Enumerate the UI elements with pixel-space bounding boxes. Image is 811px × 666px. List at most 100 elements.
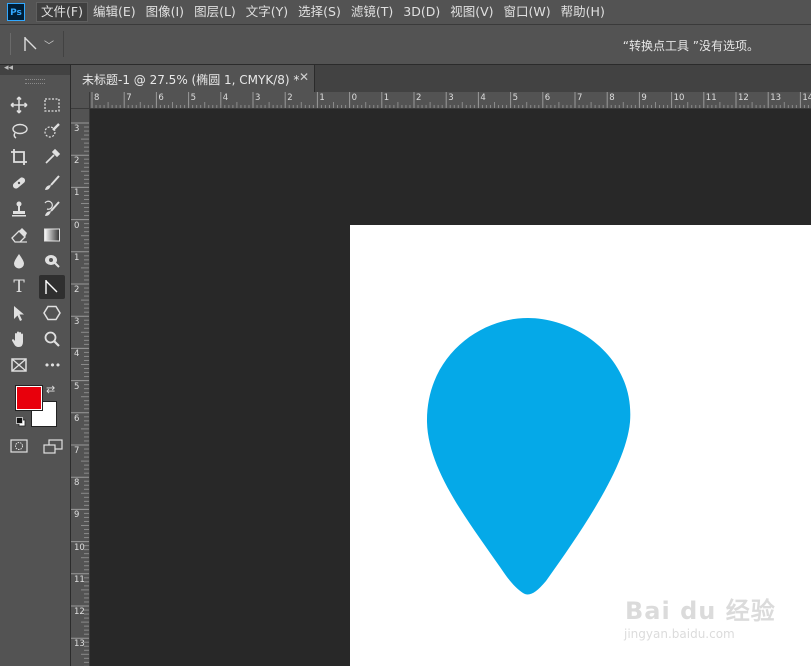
- ruler-label: 2: [416, 93, 422, 103]
- arrow-icon: [14, 306, 24, 321]
- gradient-icon: [44, 228, 60, 242]
- tools-panel-header: ◂◂: [0, 63, 70, 75]
- history-brush-tool[interactable]: [39, 197, 65, 221]
- zoom-tool[interactable]: [39, 327, 65, 351]
- lasso-icon: [12, 123, 28, 139]
- move-tool[interactable]: [6, 93, 32, 117]
- bandage-icon: [12, 177, 26, 189]
- menu-item[interactable]: 3D(D): [398, 0, 445, 24]
- ruler-label: 9: [641, 93, 647, 103]
- vertical-ruler[interactable]: 3 2 1 0 1 2 3 4 5 6 7 8 9 10 11 12 13: [71, 109, 90, 666]
- more-tools[interactable]: •••: [39, 353, 65, 377]
- hand-tool[interactable]: [6, 327, 32, 351]
- menu-item[interactable]: 选择(S): [293, 0, 346, 24]
- menu-item[interactable]: 文字(Y): [241, 0, 293, 24]
- tools-panel-grip[interactable]: [25, 79, 45, 84]
- ruler-label: 3: [255, 93, 261, 103]
- convert-point-tool[interactable]: [39, 275, 65, 299]
- menu-item[interactable]: 窗口(W): [499, 0, 556, 24]
- dodge-tool[interactable]: [39, 249, 65, 273]
- menu-item[interactable]: 编辑(E): [88, 0, 141, 24]
- menu-item[interactable]: 滤镜(T): [346, 0, 398, 24]
- ruler-label: 6: [158, 93, 164, 103]
- tool-preset-chevron-icon[interactable]: ﹀: [44, 37, 54, 52]
- ruler-label: 12: [74, 607, 85, 617]
- eyedropper-tool[interactable]: [39, 145, 65, 169]
- crop-icon: [11, 149, 27, 165]
- menu-item[interactable]: 图层(L): [189, 0, 241, 24]
- ruler-origin[interactable]: [71, 92, 90, 109]
- menu-item[interactable]: 视图(V): [445, 0, 498, 24]
- document-tab-title: 未标题-1 @ 27.5% (椭圆 1, CMYK/8) *: [82, 73, 300, 87]
- lasso-tool[interactable]: [6, 119, 32, 143]
- brush-tool[interactable]: [39, 171, 65, 195]
- ruler-label: 1: [74, 252, 80, 263]
- stamp-tool[interactable]: [6, 197, 32, 221]
- ruler-label: 3: [74, 124, 80, 134]
- ruler-label: 3: [74, 317, 80, 328]
- watermark-url: jingyan.baidu.com: [624, 627, 735, 641]
- ruler-label: 5: [512, 93, 519, 103]
- convert-point-icon[interactable]: [22, 35, 40, 53]
- droplet-icon: [14, 254, 24, 269]
- ruler-label: 12: [738, 93, 749, 103]
- horizontal-ruler[interactable]: 876543210123456789101112131415: [90, 92, 811, 109]
- options-bar: ﹀ “转换点工具 ”没有选项。: [0, 25, 811, 65]
- quick-selection-icon: [44, 123, 60, 138]
- screen-mode-icon[interactable]: [43, 439, 63, 455]
- document-tab[interactable]: 未标题-1 @ 27.5% (椭圆 1, CMYK/8) * ✕: [71, 65, 315, 92]
- hand-icon: [11, 331, 23, 347]
- menu-item[interactable]: 图像(I): [141, 0, 189, 24]
- quick-mask-icon[interactable]: [10, 439, 28, 453]
- frame-icon: [11, 358, 27, 372]
- tools-panel: ◂◂ T ••• ⇄: [0, 63, 71, 666]
- path-selection-tool[interactable]: [6, 301, 32, 325]
- ruler-label: 7: [577, 93, 583, 103]
- menu-item[interactable]: 帮助(H): [556, 0, 610, 24]
- ruler-label: 8: [94, 93, 100, 103]
- photoshop-logo: Ps: [7, 3, 25, 21]
- ruler-label: 11: [74, 574, 85, 585]
- stamp-icon: [12, 201, 26, 217]
- options-message: “转换点工具 ”没有选项。: [622, 39, 759, 53]
- frame-tool[interactable]: [6, 353, 32, 377]
- ruler-label: 4: [74, 349, 80, 360]
- ruler-label: 0: [74, 220, 80, 231]
- ruler-label: 6: [544, 93, 551, 103]
- ruler-label: 9: [74, 510, 80, 521]
- ruler-label: 8: [609, 93, 615, 103]
- ruler-label: 13: [74, 639, 85, 650]
- collapse-panel-icon[interactable]: ◂◂: [4, 63, 13, 73]
- type-tool[interactable]: T: [6, 275, 32, 299]
- default-colors-icon[interactable]: [16, 417, 26, 427]
- hexagon-icon: [43, 305, 61, 321]
- ruler-label: 1: [74, 188, 80, 199]
- gradient-tool[interactable]: [39, 223, 65, 247]
- shape-tool[interactable]: [39, 301, 65, 325]
- blur-tool[interactable]: [6, 249, 32, 273]
- ruler-label: 7: [74, 446, 80, 456]
- swap-colors-icon[interactable]: ⇄: [46, 383, 55, 396]
- close-icon[interactable]: ✕: [299, 70, 309, 84]
- main-menu: 文件(F) 编辑(E) 图像(I) 图层(L) 文字(Y) 选择(S) 滤镜(T) 3D(D)…: [36, 0, 610, 24]
- ruler-label: 13: [770, 93, 782, 103]
- ruler-label: 1: [383, 93, 390, 103]
- teardrop-shape[interactable]: [426, 318, 631, 595]
- eyedropper-icon: [45, 148, 61, 164]
- ruler-label: 11: [705, 93, 717, 103]
- foreground-color-swatch[interactable]: [15, 385, 43, 411]
- menu-item[interactable]: 文件(F): [36, 2, 88, 22]
- ruler-label: 1: [319, 93, 325, 103]
- ruler-label: 7: [126, 93, 132, 103]
- document-tab-bar: 未标题-1 @ 27.5% (椭圆 1, CMYK/8) * ✕: [71, 65, 811, 92]
- healing-tool[interactable]: [6, 171, 32, 195]
- canvas-area[interactable]: [90, 109, 811, 666]
- eraser-tool[interactable]: [6, 223, 32, 247]
- quick-selection-tool[interactable]: [39, 119, 65, 143]
- ruler-label: 2: [74, 285, 80, 295]
- options-bar-grip[interactable]: [10, 33, 11, 55]
- ruler-label: 4: [222, 93, 229, 103]
- marquee-tool[interactable]: [39, 93, 65, 117]
- rectangle-marquee-icon: [44, 98, 60, 112]
- crop-tool[interactable]: [6, 145, 32, 169]
